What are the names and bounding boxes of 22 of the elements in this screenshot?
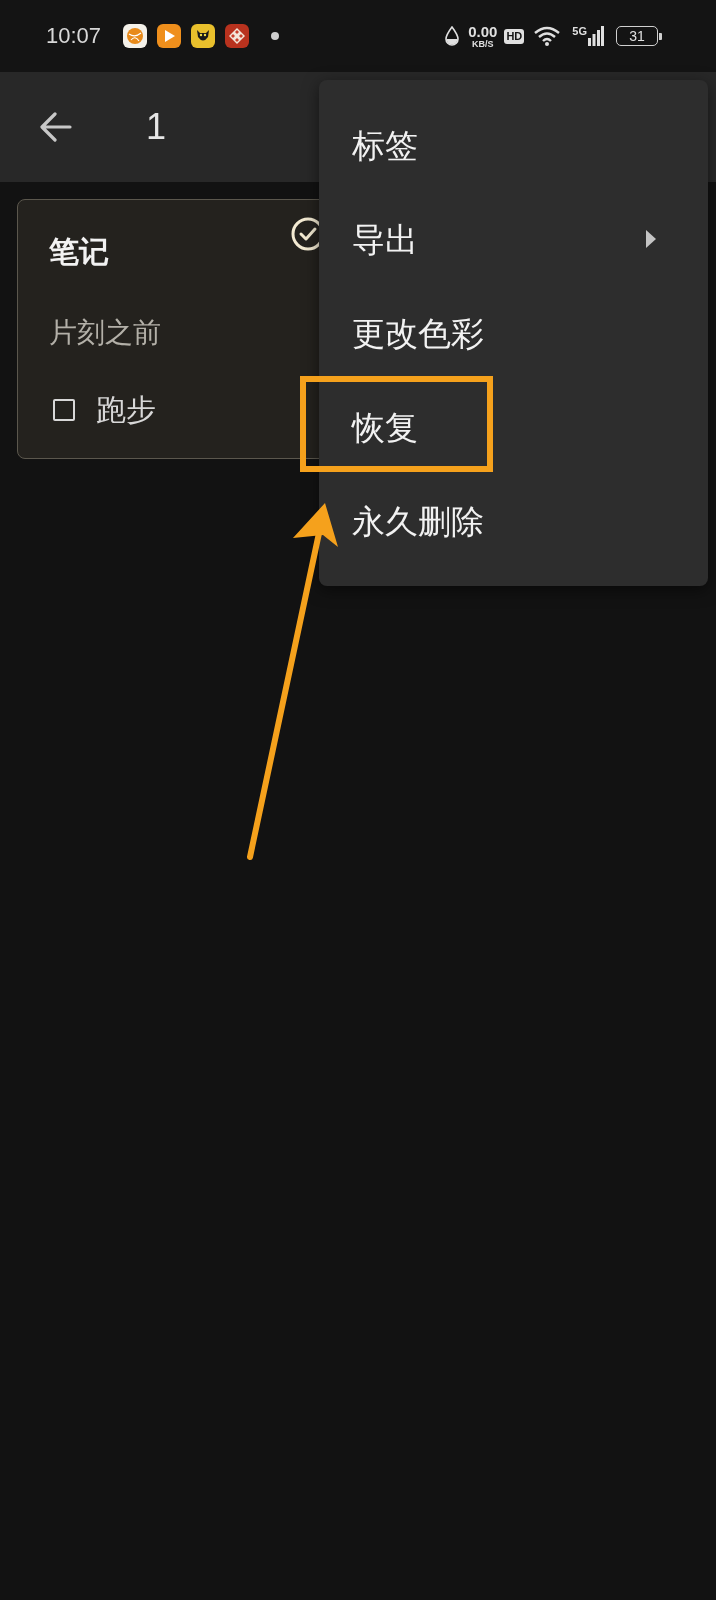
note-time: 片刻之前 xyxy=(49,319,161,347)
back-arrow-icon xyxy=(40,112,72,142)
dot-icon xyxy=(271,32,280,40)
checklist-item-text: 跑步 xyxy=(96,395,156,425)
hd-badge: HD xyxy=(504,28,525,44)
battery-level: 31 xyxy=(616,26,658,46)
droplet-icon xyxy=(445,26,460,46)
checkbox[interactable] xyxy=(53,399,75,421)
network-speed: 0.00 xyxy=(468,23,498,39)
menu-item[interactable]: 标签 xyxy=(319,98,708,192)
app-bar-title: 1 xyxy=(146,109,167,145)
play-icon xyxy=(157,24,182,48)
wifi-icon xyxy=(534,26,561,46)
network-type: 5G xyxy=(572,26,587,37)
note-title: 笔记 xyxy=(49,237,109,267)
cat-icon xyxy=(191,24,216,48)
back-button[interactable] xyxy=(38,109,74,145)
menu-item[interactable]: 永久删除 xyxy=(319,474,708,568)
speed-unit: KB/S xyxy=(472,39,494,49)
clock-time: 10:07 xyxy=(46,25,102,47)
signal-icon xyxy=(588,26,604,46)
checker-icon xyxy=(225,24,250,48)
